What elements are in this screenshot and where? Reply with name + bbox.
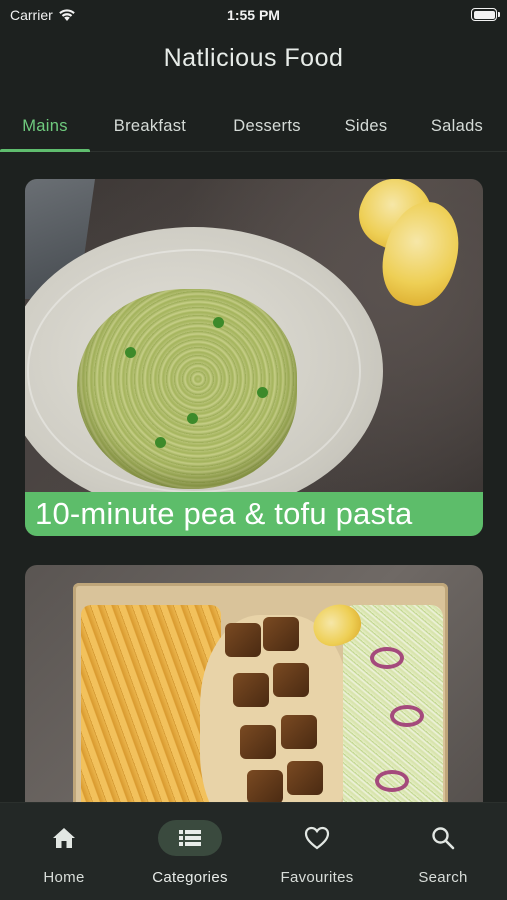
- active-nav-pill: [158, 820, 222, 856]
- nav-home[interactable]: Home: [1, 803, 127, 900]
- tab-desserts[interactable]: Desserts: [218, 100, 316, 152]
- recipe-card[interactable]: 10-minute pea & tofu pasta: [25, 179, 483, 536]
- nav-categories[interactable]: Categories: [127, 803, 253, 900]
- nav-label: Search: [418, 869, 468, 886]
- recipe-list[interactable]: 10-minute pea & tofu pasta: [0, 153, 507, 802]
- nav-search[interactable]: Search: [380, 803, 506, 900]
- nav-label: Categories: [152, 869, 228, 886]
- recipe-card[interactable]: [25, 565, 483, 802]
- tab-breakfast[interactable]: Breakfast: [95, 100, 205, 152]
- tab-sides[interactable]: Sides: [330, 100, 402, 152]
- tab-label: Salads: [430, 116, 484, 135]
- tab-label: Mains: [22, 116, 68, 135]
- recipe-title: 10-minute pea & tofu pasta: [25, 492, 483, 536]
- recipe-image: [25, 179, 483, 536]
- nav-label: Home: [43, 869, 85, 886]
- nav-label: Favourites: [280, 869, 354, 886]
- tab-label: Desserts: [233, 116, 301, 135]
- app-title: Natlicious Food: [163, 44, 344, 72]
- active-tab-indicator: [0, 149, 90, 152]
- tab-label: Breakfast: [113, 116, 187, 135]
- tab-salads[interactable]: Salads: [416, 100, 498, 152]
- tab-label: Sides: [344, 116, 388, 135]
- tab-mains[interactable]: Mains: [0, 100, 90, 152]
- home-icon: [53, 828, 75, 848]
- battery-icon: [471, 8, 500, 21]
- heart-icon: [304, 826, 330, 850]
- bottom-navigation: Home Categories Favourites Search: [0, 802, 507, 900]
- status-bar: Carrier 1:55 PM: [0, 0, 507, 30]
- recipe-image: [25, 565, 483, 802]
- list-icon: [179, 830, 201, 846]
- search-icon: [432, 827, 455, 850]
- category-tabs: Mains Breakfast Desserts Sides Salads: [0, 100, 507, 152]
- status-time: 1:55 PM: [227, 7, 280, 23]
- nav-favourites[interactable]: Favourites: [254, 803, 380, 900]
